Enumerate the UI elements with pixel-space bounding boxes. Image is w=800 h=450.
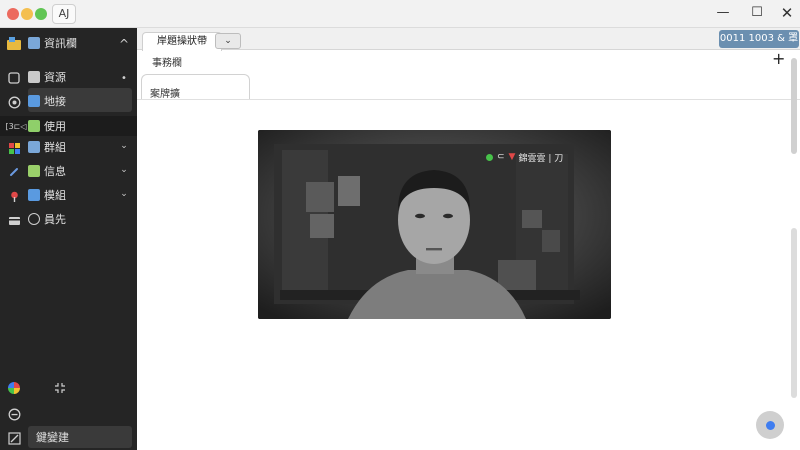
status-button[interactable]: 0011 1003 & 罩	[719, 30, 799, 48]
overlay-text: 錦雲雲 | 刀	[518, 153, 564, 164]
message-icon	[28, 165, 40, 177]
edit-icon[interactable]	[6, 430, 22, 446]
people-icon	[28, 37, 40, 49]
floating-action-button[interactable]	[756, 411, 784, 439]
record-dot-icon	[765, 420, 775, 430]
sidebar-item-use[interactable]: 使用	[28, 115, 66, 137]
sidebar-header-label: 資訊欄	[44, 37, 77, 50]
minus-circle-icon[interactable]	[6, 406, 22, 422]
pinwheel-icon[interactable]	[6, 380, 22, 396]
maximize-window-button[interactable]	[35, 8, 47, 20]
search-icon	[28, 213, 40, 225]
chevron-down-icon[interactable]: ⌄	[116, 186, 132, 202]
bottom-action-label: 鍵變建	[36, 431, 69, 444]
user-icon	[28, 120, 40, 132]
title-bar: AJ — ☐ ✕	[0, 0, 800, 28]
square-icon[interactable]	[6, 70, 22, 86]
sidebar-item-groups[interactable]: 群組	[28, 136, 66, 158]
subheader: 事務欄	[137, 50, 800, 72]
chevron-up-icon[interactable]: ^	[116, 36, 132, 52]
tab-main[interactable]: 岸題操狀帶	[142, 32, 222, 51]
sidebar-item-label: 資源	[44, 71, 66, 84]
tab-strip: 岸題操狀帶 ⌄ 0011 1003 & 罩	[137, 28, 800, 51]
sidebar-item-label: 員先	[44, 213, 66, 226]
sidebar-item-resources[interactable]: 資源	[28, 66, 66, 88]
sidebar-item-label: 地接	[44, 95, 66, 108]
colorful-tile-icon[interactable]	[6, 140, 22, 156]
camera-preview[interactable]: ⊂ ▼ 錦雲雲 | 刀	[258, 130, 611, 319]
main-panel: 岸題操狀帶 ⌄ 0011 1003 & 罩 事務欄 + 案牌擴 ⊂ ▼ 錦雲雲 …	[137, 28, 800, 450]
record-icon: ▼	[508, 152, 516, 162]
pin-icon[interactable]	[6, 188, 22, 204]
minimize-window-button[interactable]	[21, 8, 33, 20]
sidebar-item-label: 群組	[44, 141, 66, 154]
module-icon	[28, 189, 40, 201]
bottom-action-button[interactable]: 鍵變建	[28, 426, 132, 448]
chevron-down-icon[interactable]: ⌄	[116, 138, 132, 154]
app-logo-icon	[6, 36, 22, 52]
people-icon	[28, 141, 40, 153]
subheader-title: 事務欄	[152, 58, 182, 69]
camera-overlay: ⊂ ▼ 錦雲雲 | 刀	[486, 150, 563, 164]
tab-dropdown-button[interactable]: ⌄	[215, 33, 241, 49]
bracket-icon: [3⊏◁	[5, 121, 27, 131]
sidebar: 資訊欄 ^ 資源 • 地接 [3⊏◁ 使用 群組 ⌄ 信息 ⌄ 模組 ⌄ 員先 …	[0, 28, 137, 450]
minimize-icon[interactable]: —	[712, 2, 734, 24]
content-divider	[137, 99, 800, 100]
close-window-button[interactable]	[7, 8, 19, 20]
folder-icon	[28, 71, 40, 83]
target-icon[interactable]	[6, 94, 22, 110]
maximize-icon[interactable]: ☐	[746, 2, 768, 24]
section-label: 案牌擴	[150, 89, 180, 100]
app-window: AJ — ☐ ✕ 資訊欄 ^ 資源 • 地接 [3⊏◁ 使用 群組 ⌄ 信息 ⌄…	[0, 0, 800, 450]
live-status-icon	[486, 153, 493, 161]
chat-icon: ⊂	[497, 152, 505, 162]
card-icon[interactable]	[6, 212, 22, 228]
sidebar-item-member[interactable]: 員先	[28, 208, 66, 230]
link-icon[interactable]	[6, 164, 22, 180]
dot-marker-icon: •	[121, 72, 127, 84]
sidebar-item-messages[interactable]: 信息	[28, 160, 66, 182]
sidebar-item-label: 信息	[44, 165, 66, 178]
person-icon	[28, 95, 40, 107]
sidebar-item-connect[interactable]: 地接	[28, 90, 66, 112]
close-icon[interactable]: ✕	[776, 2, 798, 24]
app-label: AJ	[52, 4, 76, 24]
section-tab[interactable]: 案牌擴	[141, 74, 250, 100]
sidebar-header[interactable]: 資訊欄	[28, 32, 77, 54]
sidebar-item-label: 模組	[44, 189, 66, 202]
sidebar-item-modules[interactable]: 模組	[28, 184, 66, 206]
vertical-scrollbar[interactable]	[790, 58, 798, 450]
add-icon[interactable]: +	[772, 49, 785, 68]
scrollbar-thumb[interactable]	[791, 58, 797, 154]
collapse-icon[interactable]	[52, 380, 68, 396]
scrollbar-track-segment[interactable]	[791, 228, 797, 398]
sidebar-item-label: 使用	[44, 120, 66, 133]
chevron-down-icon[interactable]: ⌄	[116, 162, 132, 178]
